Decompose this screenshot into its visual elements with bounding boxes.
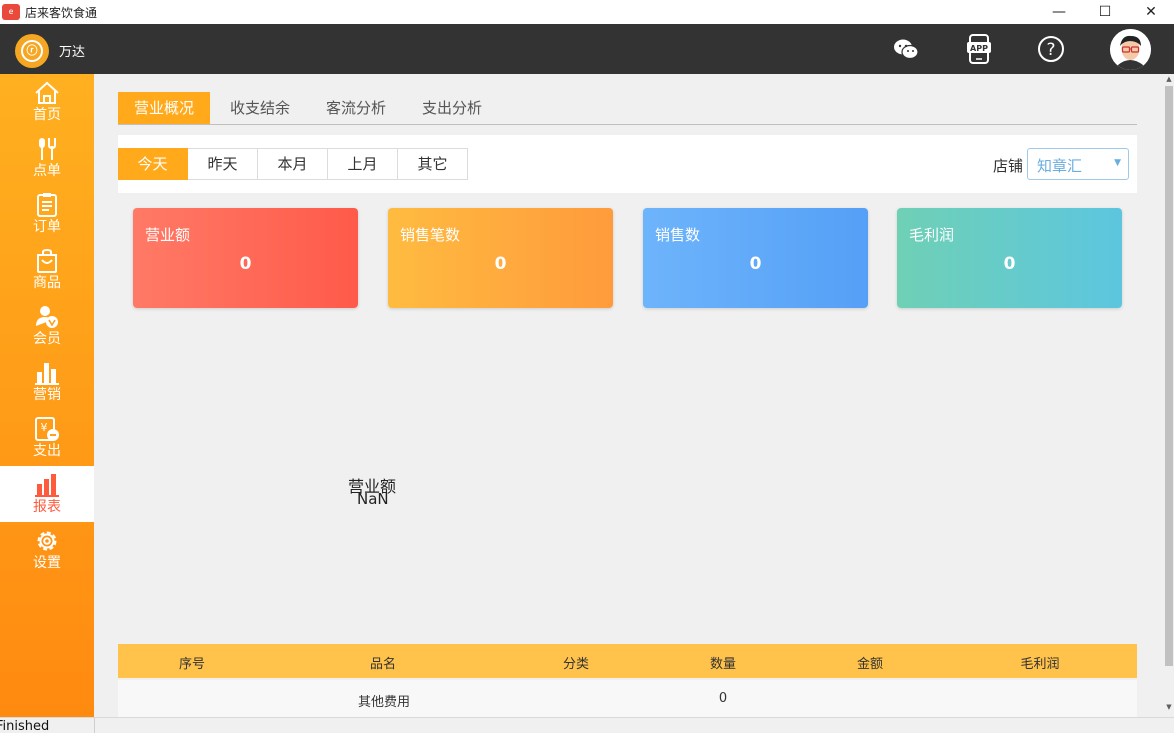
stat-card-sales-count: 销售笔数 0 (388, 208, 613, 308)
tab-expense-analysis[interactable]: 支出分析 (406, 92, 498, 124)
stat-card-title: 销售笔数 (400, 226, 461, 244)
store-select[interactable]: 知章汇 ▼ (1027, 148, 1129, 180)
tab-income-balance[interactable]: 收支结余 (214, 92, 306, 124)
app-download-icon[interactable]: APP (963, 32, 995, 66)
stat-card-value: 0 (494, 254, 507, 274)
bag-icon (32, 248, 62, 274)
stat-card-value: 0 (749, 254, 762, 274)
sidebar-item-members[interactable]: 会员 (0, 298, 94, 354)
clipboard-icon (32, 192, 62, 218)
sidebar-item-label: 设置 (33, 555, 61, 571)
sidebar-item-reports[interactable]: 报表 (0, 466, 94, 522)
maximize-button[interactable]: ☐ (1082, 0, 1128, 24)
sidebar-item-home[interactable]: 首页 (0, 74, 94, 130)
store-select-value: 知章汇 (1037, 157, 1083, 175)
report-table: 序号 品名 分类 数量 金额 毛利润 其他费用 0 (118, 644, 1137, 717)
sidebar-item-order[interactable]: 点单 (0, 130, 94, 186)
sidebar-item-label: 订单 (33, 219, 61, 235)
report-icon (32, 472, 62, 498)
help-glyph: ? (1046, 40, 1055, 60)
stat-card-value: 0 (1003, 254, 1016, 274)
period-other-button[interactable]: 其它 (398, 148, 468, 180)
status-divider (94, 718, 95, 733)
column-header-quantity: 数量 (709, 657, 736, 672)
chart-value: NaN (357, 490, 389, 508)
home-icon (32, 80, 62, 106)
period-selector: 今天 昨天 本月 上月 其它 (118, 148, 468, 180)
app-logo-icon: e (2, 4, 20, 20)
period-last-month-button[interactable]: 上月 (328, 148, 398, 180)
sidebar-item-marketing[interactable]: 营销 (0, 354, 94, 410)
stat-card-title: 毛利润 (909, 226, 955, 244)
cell-quantity: 0 (718, 691, 728, 706)
stat-card-value: 0 (239, 254, 252, 274)
sidebar-item-label: 营销 (33, 387, 61, 403)
wechat-icon[interactable] (890, 32, 922, 66)
app-label: APP (970, 44, 988, 53)
tab-customer-flow[interactable]: 客流分析 (310, 92, 402, 124)
status-bar: Finished (0, 717, 1174, 733)
period-today-button[interactable]: 今天 (118, 148, 188, 180)
utensils-icon (32, 136, 62, 162)
filter-bar: 今天 昨天 本月 上月 其它 店铺 知章汇 ▼ (118, 135, 1137, 193)
sidebar-item-label: 首页 (33, 107, 61, 123)
bar-chart-icon (32, 360, 62, 386)
sidebar-item-label: 报表 (33, 499, 61, 515)
column-header-amount: 金额 (856, 657, 883, 672)
logo-glyph: ⓡ (21, 40, 43, 62)
sidebar-item-expense[interactable]: ¥ 支出 (0, 410, 94, 466)
close-button[interactable]: ✕ (1128, 0, 1174, 24)
stat-card-title: 销售数 (655, 226, 701, 244)
column-header-name: 品名 (369, 657, 396, 672)
table-header: 序号 品名 分类 数量 金额 毛利润 (118, 644, 1137, 678)
sidebar-item-label: 会员 (33, 331, 61, 347)
minimize-button[interactable]: — (1036, 0, 1082, 24)
svg-text:¥: ¥ (41, 421, 48, 434)
store-filter-label: 店铺 (993, 157, 1024, 175)
stat-card-gross-profit: 毛利润 0 (897, 208, 1122, 308)
scroll-down-icon[interactable]: ▼ (1164, 702, 1174, 712)
expense-icon: ¥ (32, 416, 62, 442)
vertical-scrollbar[interactable]: ▲ ▼ (1164, 74, 1174, 717)
sidebar-item-settings[interactable]: 设置 (0, 522, 94, 578)
gear-icon (32, 528, 62, 554)
member-icon (32, 304, 62, 330)
sidebar-item-label: 点单 (33, 163, 61, 179)
report-tabs: 营业概况 收支结余 客流分析 支出分析 (118, 92, 1137, 125)
table-row[interactable]: 其他费用 0 (118, 680, 1137, 717)
sidebar: 首页 点单 订单 商品 会员 营销 ¥ 支出 报表 设置 (0, 74, 94, 717)
tab-business-overview[interactable]: 营业概况 (118, 92, 211, 124)
column-header-profit: 毛利润 (1020, 657, 1060, 672)
sidebar-item-label: 商品 (33, 275, 61, 291)
help-icon[interactable]: ? (1035, 32, 1067, 66)
stat-card-sales-quantity: 销售数 0 (643, 208, 868, 308)
main-content: 营业概况 收支结余 客流分析 支出分析 今天 昨天 本月 上月 其它 店铺 知章… (94, 74, 1164, 717)
top-header: ⓡ 万达 APP ? (0, 24, 1174, 74)
period-yesterday-button[interactable]: 昨天 (188, 148, 258, 180)
sidebar-item-products[interactable]: 商品 (0, 242, 94, 298)
period-this-month-button[interactable]: 本月 (258, 148, 328, 180)
title-bar: e 店来客饮食通 — ☐ ✕ (0, 0, 1174, 24)
store-logo-icon: ⓡ (15, 34, 49, 68)
user-avatar[interactable] (1110, 29, 1151, 70)
cell-name: 其他费用 (357, 695, 410, 710)
stat-card-revenue: 营业额 0 (133, 208, 358, 308)
store-name: 万达 (59, 45, 86, 60)
sidebar-item-label: 支出 (33, 443, 61, 459)
column-header-index: 序号 (178, 657, 205, 672)
window-title: 店来客饮食通 (25, 5, 98, 20)
window-controls: — ☐ ✕ (1036, 0, 1174, 24)
chevron-down-icon: ▼ (1114, 158, 1121, 168)
scroll-up-icon[interactable]: ▲ (1164, 74, 1174, 84)
scrollbar-thumb[interactable] (1165, 86, 1173, 666)
sidebar-item-orders[interactable]: 订单 (0, 186, 94, 242)
stat-card-title: 营业额 (145, 226, 191, 244)
column-header-category: 分类 (562, 657, 589, 672)
status-text: Finished (0, 719, 50, 733)
